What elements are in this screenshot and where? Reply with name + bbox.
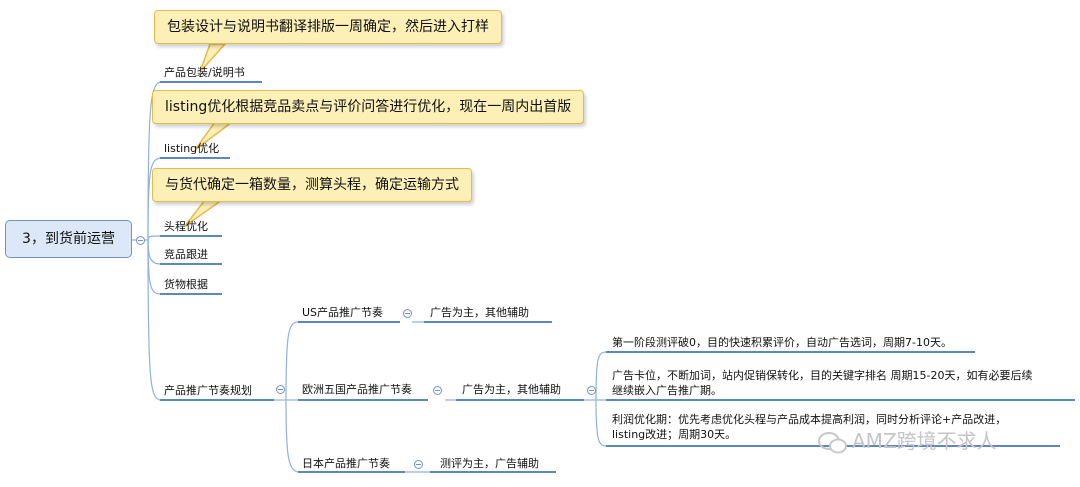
phase-1[interactable]: 第一阶段测评破0，目的快速积累评价，自动广告选词，周期7-10天。 (612, 336, 952, 350)
jp-collapse-toggle[interactable] (414, 460, 423, 469)
phase-2-line-2: 继续嵌入广告推广期。 (612, 384, 722, 397)
watermark-text: AMZ跨境不求人 (852, 429, 997, 453)
root-node[interactable]: 3，到货前运营 (5, 220, 132, 258)
branch-inventory[interactable]: 货物根据 (164, 278, 208, 292)
branch-freight[interactable]: 头程优化 (164, 220, 208, 234)
eu-strategy[interactable]: 广告为主，其他辅助 (462, 383, 561, 397)
branch-listing[interactable]: listing优化 (164, 142, 219, 156)
market-us[interactable]: US产品推广节奏 (302, 306, 383, 320)
root-label: 3，到货前运营 (22, 231, 115, 247)
callout-listing: listing优化根据竞品卖点与评价问答进行优化，现在一周内出首版 (152, 90, 585, 124)
us-strategy[interactable]: 广告为主，其他辅助 (430, 306, 529, 320)
market-jp[interactable]: 日本产品推广节奏 (302, 457, 390, 471)
market-eu[interactable]: 欧洲五国产品推广节奏 (302, 383, 412, 397)
phase-2[interactable]: 广告卡位，不断加词，站内促销保转化，目的关键字排名 周期15-20天，如有必要后… (612, 368, 1032, 398)
jp-strategy[interactable]: 测评为主，广告辅助 (440, 457, 539, 471)
eu-strategy-collapse-toggle[interactable] (587, 386, 596, 395)
wechat-icon (818, 432, 847, 454)
callout-freight: 与货代确定一箱数量，测算头程，确定运输方式 (152, 168, 472, 202)
eu-collapse-toggle[interactable] (433, 386, 442, 395)
branch-packaging[interactable]: 产品包装/说明书 (164, 66, 245, 80)
root-collapse-toggle[interactable] (136, 236, 145, 245)
us-collapse-toggle[interactable] (403, 309, 412, 318)
branch-competitor[interactable]: 竞品跟进 (164, 248, 208, 262)
phase-2-line-1: 广告卡位，不断加词，站内促销保转化，目的关键字排名 周期15-20天，如有必要后… (612, 369, 1033, 382)
promotion-collapse-toggle[interactable] (276, 385, 285, 394)
branch-promotion[interactable]: 产品推广节奏规划 (164, 384, 252, 398)
callout-packaging: 包装设计与说明书翻译排版一周确定，然后进入打样 (154, 10, 502, 44)
